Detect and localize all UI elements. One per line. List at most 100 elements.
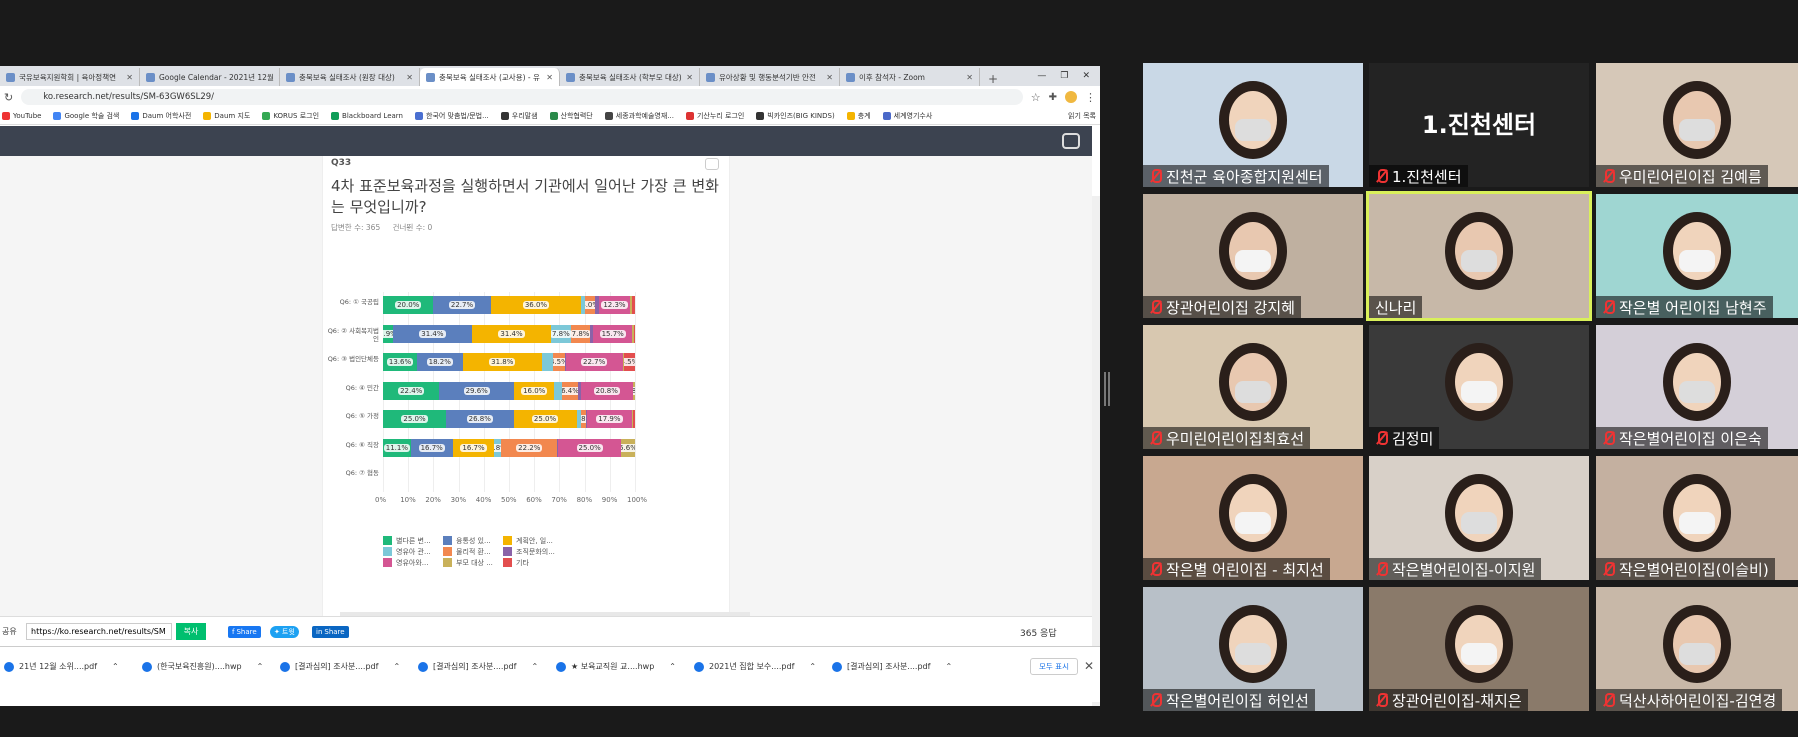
legend-item[interactable]: 조직문화의... [503,547,555,557]
participant-tile[interactable]: 우미린어린이집최효선 [1143,325,1363,449]
tab-close-icon[interactable]: ✕ [686,73,693,82]
bookmark-item[interactable]: 세종과학예술영재... [604,111,674,121]
twitter-share-button[interactable]: ✦ 트윗 [270,626,299,638]
show-all-downloads-button[interactable]: 모두 표시 [1030,658,1078,675]
legend-item[interactable]: 계획안, 일... [503,536,553,546]
bar-segment[interactable]: 20.8% [580,381,633,400]
extensions-icon[interactable]: ✚ [1049,92,1057,103]
chevron-up-icon[interactable]: ⌃ [112,662,119,671]
bar-segment[interactable] [554,381,562,400]
participant-tile[interactable]: 김정미 [1369,325,1589,449]
bookmark-item[interactable]: YouTube [2,112,41,120]
bar-segment[interactable]: 25.0% [558,438,621,457]
download-item[interactable]: [결과심의] 조사분....pdf ⌃ [280,661,400,672]
profile-avatar[interactable] [1065,91,1077,103]
bar-segment[interactable]: 5.6% [620,438,635,457]
reading-list-item[interactable]: 읽기 목록 [1068,111,1100,121]
participant-tile[interactable]: 1.진천센터 1.진천센터 [1369,63,1589,187]
bar-segment[interactable]: 4.0% [585,296,596,314]
minimize-icon[interactable]: — [1037,71,1046,81]
participant-tile[interactable]: 작은별어린이집-이지원 [1369,456,1589,580]
bar-segment[interactable]: 26.8% [446,410,514,428]
download-item[interactable]: (한국보육진흥원)....hwp ⌃ [142,661,263,672]
browser-tab-7[interactable]: 이후 참석자 - Zoom ✕ [840,68,980,86]
participant-tile[interactable]: 작은별 어린이집 남현주 [1596,194,1798,318]
bar-segment[interactable]: 29.6% [439,381,515,400]
legend-item[interactable]: 물리적 환... [443,547,491,557]
browser-tab-4[interactable]: 충북보육 실태조사 (교사용) - 유 ✕ [420,68,560,86]
facebook-share-button[interactable]: f Share [228,626,261,638]
tab-close-icon[interactable]: ✕ [966,73,973,82]
bar-segment[interactable]: 22.7% [433,296,491,314]
participant-tile[interactable]: 작은별어린이집 허인선 [1143,587,1363,711]
bar-segment[interactable]: 31.4% [471,324,552,343]
bar-segment[interactable]: 16.7% [452,438,495,457]
bar-segment[interactable]: 22.4% [383,381,440,400]
bar-segment[interactable]: 31.8% [462,353,542,371]
participant-tile[interactable]: 덕산사하어린이집-김연경 [1596,587,1798,711]
bar-segment[interactable]: 22.7% [565,353,623,371]
chevron-up-icon[interactable]: ⌃ [945,662,952,671]
download-item[interactable]: ★ 보육교직원 교....hwp ⌃ [556,661,676,672]
bar-segment[interactable]: 6.4% [561,381,579,400]
legend-item[interactable]: 영유아 관... [383,547,431,557]
tab-close-icon[interactable]: ✕ [546,73,553,82]
chevron-up-icon[interactable]: ⌃ [393,662,400,671]
participant-tile[interactable]: 작은별어린이집(이슬비) [1596,456,1798,580]
bar-segment[interactable]: 16.7% [410,438,453,457]
bookmark-item[interactable]: Blackboard Learn [331,112,403,120]
bar-segment[interactable]: 31.4% [392,324,472,343]
restore-icon[interactable]: ❐ [1060,71,1068,81]
participant-tile[interactable]: 진천군 육아종합지원센터 [1143,63,1363,187]
bookmark-item[interactable]: 기산누리 로그인 [685,111,744,121]
bar-segment[interactable] [632,296,635,314]
bar-segment[interactable]: 36.0% [490,296,582,314]
bar-segment[interactable]: 4.5% [553,353,565,371]
tab-close-icon[interactable]: ✕ [826,73,833,82]
bookmark-item[interactable]: Daum 어학사전 [131,111,191,121]
legend-item[interactable]: 별다른 변... [383,536,431,546]
participant-tile[interactable]: 장관어린이집 강지혜 [1143,194,1363,318]
bar-segment[interactable]: 7.8% [570,324,591,343]
chevron-up-icon[interactable]: ⌃ [669,662,676,671]
menu-icon[interactable]: ⋮ [1085,91,1096,104]
panel-resize-handle[interactable] [1104,372,1110,406]
bookmark-item[interactable]: 산학협력단 [549,111,593,121]
download-item[interactable]: 2021년 집합 보수....pdf ⌃ [694,661,816,672]
legend-item[interactable]: 융통성 있... [443,536,491,546]
chevron-up-icon[interactable]: ⌃ [257,662,264,671]
participant-tile[interactable]: 신나리 [1366,191,1592,321]
bar-segment[interactable]: 11.1% [383,438,411,457]
bar-segment[interactable]: 4.5% [623,353,635,371]
browser-tab-2[interactable]: Google Calendar - 2021년 12월✕ [140,68,280,86]
legend-item[interactable]: 기타 [503,558,529,568]
chat-icon[interactable] [1062,133,1080,149]
bar-segment[interactable]: 18.2% [417,353,463,371]
legend-item[interactable]: 영유아와... [383,558,428,568]
bar-segment[interactable]: 7.8% [551,324,571,343]
browser-tab-3[interactable]: 충북보육 실태조사 (원장 대상) ✕ [280,68,420,86]
tab-close-icon[interactable]: ✕ [126,73,133,82]
participant-tile[interactable]: 작은별 어린이집 - 최지선 [1143,456,1363,580]
star-icon[interactable]: ☆ [1031,91,1041,104]
legend-item[interactable]: 부모 대상 ... [443,558,493,568]
bar-segment[interactable]: 22.2% [501,438,558,457]
reload-icon[interactable]: ↻ [4,91,13,104]
bar-segment[interactable] [633,324,635,343]
bar-segment[interactable]: 0.8% [632,381,635,400]
browser-tab-1[interactable]: 국유보육지원학회 | 육아정책연 ✕ [0,68,140,86]
bookmark-item[interactable]: Google 학술 검색 [53,111,119,121]
chevron-up-icon[interactable]: ⌃ [531,662,538,671]
participant-tile[interactable]: 작은별어린이집 이은숙 [1596,325,1798,449]
download-item[interactable]: [결과심의] 조사분....pdf ⌃ [832,661,952,672]
bar-segment[interactable]: 12.3% [598,296,630,314]
bookmark-item[interactable]: 한국어 맞춤법/문법... [415,111,489,121]
bar-segment[interactable]: 2.8% [494,438,502,457]
close-window-icon[interactable]: ✕ [1082,71,1090,81]
download-item[interactable]: [결과심의] 조사분....pdf ⌃ [418,661,538,672]
tab-close-icon[interactable]: ✕ [406,73,413,82]
browser-tab-6[interactable]: 유아상황 및 행동분석기반 안전 ✕ [700,68,840,86]
bookmark-item[interactable]: Daum 지도 [203,111,250,121]
copy-button[interactable]: 복사 [176,623,206,640]
bar-segment[interactable]: 13.6% [383,353,417,371]
